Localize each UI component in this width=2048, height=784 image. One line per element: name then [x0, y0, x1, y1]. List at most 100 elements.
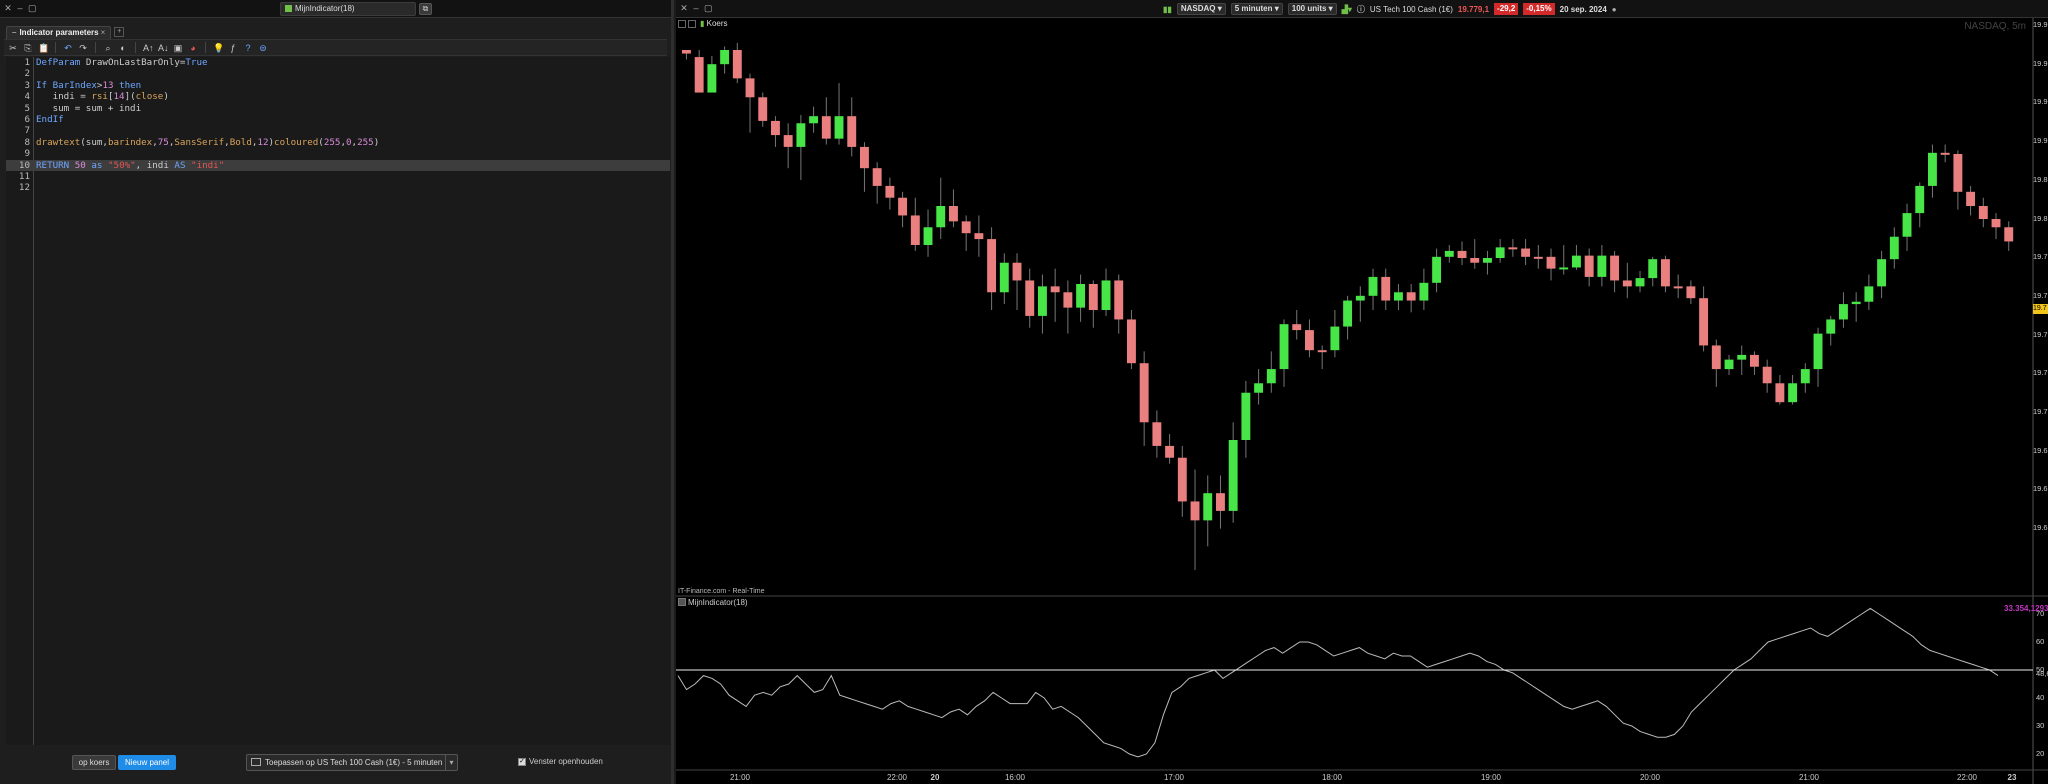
font-increase-icon[interactable]: A↑	[143, 42, 154, 54]
current-price-badge: 19.7	[2033, 304, 2048, 314]
candle-body	[1012, 262, 1022, 281]
code-line[interactable]: 2	[6, 68, 670, 79]
minus-icon: –	[12, 27, 17, 37]
candle-body	[1457, 250, 1467, 258]
line-number: 5	[24, 102, 30, 114]
line-number: 12	[18, 182, 30, 194]
maximize-icon[interactable]: ▢	[28, 4, 37, 13]
candle-body	[1368, 276, 1378, 296]
code-line[interactable]: 7	[6, 125, 670, 136]
font-decrease-icon[interactable]: A↓	[158, 42, 169, 54]
candle-body	[1978, 206, 1988, 219]
apply-label: Toepassen op US Tech 100 Cash (1€) - 5 m…	[265, 758, 443, 767]
price-axis-label: 19.9	[2033, 97, 2048, 107]
time-axis-label: 21:00	[1798, 773, 1820, 782]
candle-body	[987, 239, 997, 293]
cut-icon[interactable]: ✂	[8, 42, 18, 54]
candle-body	[1139, 363, 1149, 423]
comment-icon[interactable]: ◐	[118, 42, 128, 54]
code-line[interactable]: 12	[6, 182, 670, 193]
code-line[interactable]: 8 drawtext(sum,barindex,75,SansSerif,Bold…	[6, 137, 670, 148]
candle-body	[1584, 255, 1594, 277]
line-number: 1	[24, 57, 30, 68]
line-number: 10	[18, 159, 30, 171]
candle-body	[732, 50, 742, 79]
time-axis-label: 21:00	[729, 773, 751, 782]
candle-body	[720, 50, 730, 65]
indicator-axis-label: 20	[2036, 749, 2045, 758]
candle-body	[1813, 333, 1823, 370]
candle-body	[1025, 280, 1035, 316]
candle-body	[1788, 383, 1798, 403]
candle-body	[1063, 292, 1073, 308]
code-line[interactable]: 4 indi = rsi[14](close)	[6, 91, 670, 102]
candle-body	[1902, 213, 1912, 237]
price-axis-label: 19.7	[2033, 329, 2048, 339]
help-icon[interactable]: ?	[243, 42, 253, 54]
chart-canvas[interactable]	[676, 0, 2048, 784]
chevron-down-icon[interactable]: ▾	[445, 755, 457, 770]
candle-body	[1152, 422, 1162, 446]
add-tab-icon[interactable]: +	[114, 27, 125, 37]
nieuw-panel-button[interactable]: Nieuw panel	[118, 755, 176, 770]
indicator-panel-header: MijnIndicator(18)	[678, 598, 748, 607]
settings-icon[interactable]: ⊜	[258, 42, 268, 54]
candle-body	[1966, 191, 1976, 206]
minimize-icon[interactable]: –	[16, 4, 24, 13]
candle-body	[949, 206, 958, 222]
function-icon[interactable]: ƒ	[228, 42, 238, 54]
copy-icon[interactable]: ⎘	[23, 42, 33, 54]
candle-body	[682, 50, 691, 54]
candle-body	[1826, 319, 1836, 334]
checkbox-icon[interactable]: ✓	[518, 757, 526, 766]
code-line[interactable]: 9	[6, 148, 670, 159]
undo-icon[interactable]: ↶	[63, 42, 73, 54]
close-icon[interactable]: ✕	[4, 4, 12, 13]
code-line-selected[interactable]: 10 RETURN 50 as "50%", indi AS "indi"	[6, 159, 670, 171]
candle-body	[758, 97, 768, 121]
candle-body	[1177, 457, 1187, 502]
code-text: EndIf	[36, 114, 64, 125]
candle-body	[1572, 255, 1581, 268]
candle-body	[1076, 284, 1086, 308]
indicator-line	[677, 607, 1999, 758]
redo-icon[interactable]: ↷	[78, 42, 88, 54]
candle-body	[910, 215, 920, 245]
op-koers-button[interactable]: op koers	[72, 755, 116, 770]
candle-body	[1330, 326, 1340, 351]
lightbulb-icon[interactable]: 💡	[213, 42, 224, 54]
code-line[interactable]: 5 sum = sum + indi	[6, 103, 670, 114]
price-axis-label: 19.7	[2033, 252, 2048, 262]
candle-body	[1737, 354, 1747, 360]
apply-to-dropdown[interactable]: Toepassen op US Tech 100 Cash (1€) - 5 m…	[246, 754, 458, 771]
venster-openhouden-checkbox[interactable]: ✓ Venster openhouden	[518, 757, 603, 766]
price-axis-label: 19.8	[2033, 174, 2048, 184]
candle-body	[1483, 258, 1492, 263]
image-icon[interactable]: ▣	[173, 42, 183, 54]
tab-close-icon[interactable]: ×	[101, 28, 106, 37]
code-text: indi = rsi[14](close)	[36, 91, 169, 103]
line-number: 8	[24, 136, 30, 148]
paste-icon[interactable]: 📋	[38, 42, 49, 54]
candle-body	[1877, 259, 1887, 287]
code-line[interactable]: 3 If BarIndex>13 then	[6, 80, 670, 91]
indicator-axis-label: 60	[2036, 637, 2045, 646]
detach-icon[interactable]: ⧉	[419, 3, 432, 15]
code-editor[interactable]: 1 DefParam DrawOnLastBarOnly=True 2 3 If B…	[6, 57, 670, 745]
indicator-editor-window: ✕ – ▢ MijnIndicator(18) ⧉ – Indicator par…	[0, 0, 674, 784]
search-icon[interactable]: ⌕	[103, 42, 113, 54]
code-line[interactable]: 11	[6, 171, 670, 182]
candle-body	[1241, 392, 1251, 440]
indicator-axis-label: 48,6	[2036, 668, 2048, 678]
code-line[interactable]: 1 DefParam DrawOnLastBarOnly=True	[6, 57, 670, 68]
price-axis-label: 19.9	[2033, 20, 2048, 29]
candle-body	[1470, 258, 1480, 263]
tab-indicator-parameters[interactable]: – Indicator parameters ×	[6, 25, 112, 39]
toolbar-separator	[205, 42, 206, 53]
color-wheel-icon[interactable]: ◕	[188, 42, 198, 54]
candle-body	[1292, 324, 1302, 331]
window-title-field[interactable]: MijnIndicator(18)	[280, 2, 416, 16]
time-axis-label: 17:00	[1163, 773, 1185, 782]
code-line[interactable]: 6 EndIf	[6, 114, 670, 125]
indicator-icon[interactable]	[678, 598, 686, 606]
